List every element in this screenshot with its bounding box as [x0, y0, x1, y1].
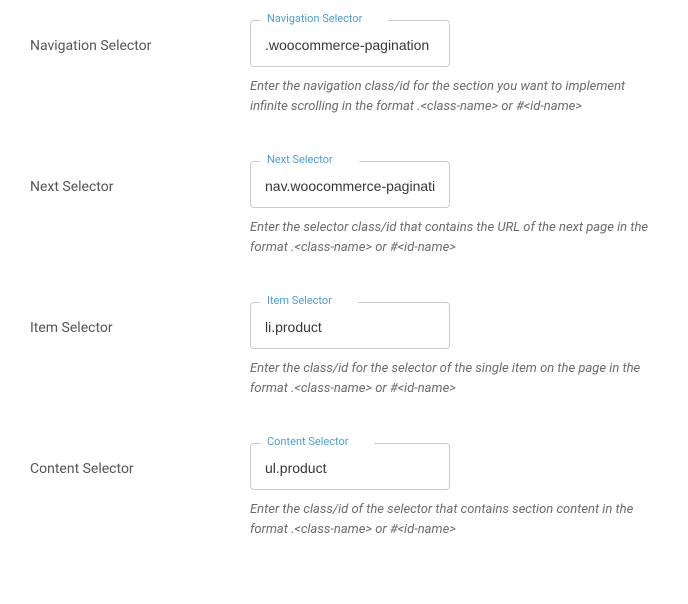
content-selector-label: Content Selector — [30, 443, 250, 477]
content-selector-input[interactable] — [265, 460, 435, 476]
item-selector-fieldset: Item Selector — [250, 302, 450, 349]
next-selector-row: Next Selector Next Selector Enter the se… — [30, 161, 658, 257]
content-selector-control: Content Selector Enter the class/id of t… — [250, 443, 658, 539]
content-selector-legend: Content Selector — [261, 436, 374, 447]
item-selector-help: Enter the class/id for the selector of t… — [250, 359, 650, 398]
navigation-selector-row: Navigation Selector Navigation Selector … — [30, 20, 658, 116]
item-selector-row: Item Selector Item Selector Enter the cl… — [30, 302, 658, 398]
item-selector-input[interactable] — [265, 319, 435, 335]
next-selector-label: Next Selector — [30, 161, 250, 195]
item-selector-legend: Item Selector — [261, 295, 358, 306]
navigation-selector-label: Navigation Selector — [30, 20, 250, 54]
content-selector-row: Content Selector Content Selector Enter … — [30, 443, 658, 539]
item-selector-label: Item Selector — [30, 302, 250, 336]
next-selector-fieldset: Next Selector — [250, 161, 450, 208]
navigation-selector-control: Navigation Selector Enter the navigation… — [250, 20, 658, 116]
content-selector-fieldset: Content Selector — [250, 443, 450, 490]
navigation-selector-legend: Navigation Selector — [261, 13, 388, 24]
next-selector-legend: Next Selector — [261, 154, 359, 165]
item-selector-control: Item Selector Enter the class/id for the… — [250, 302, 658, 398]
navigation-selector-help: Enter the navigation class/id for the se… — [250, 77, 650, 116]
navigation-selector-fieldset: Navigation Selector — [250, 20, 450, 67]
content-selector-help: Enter the class/id of the selector that … — [250, 500, 650, 539]
navigation-selector-input[interactable] — [265, 37, 435, 53]
next-selector-input[interactable] — [265, 178, 435, 194]
next-selector-help: Enter the selector class/id that contain… — [250, 218, 650, 257]
next-selector-control: Next Selector Enter the selector class/i… — [250, 161, 658, 257]
